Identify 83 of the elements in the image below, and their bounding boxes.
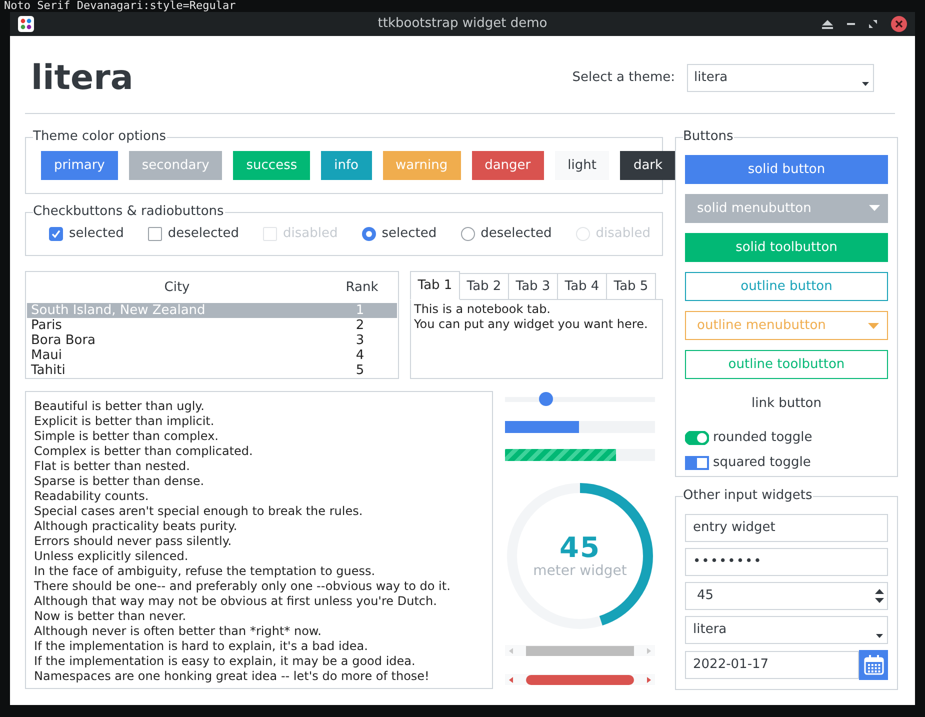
dropdown-arrow-icon xyxy=(862,82,869,86)
text-line: In the face of ambiguity, refuse the temptation to guess. xyxy=(34,564,376,579)
scrollbar[interactable] xyxy=(505,645,655,656)
notebook-text: This is a notebook tab. xyxy=(414,302,552,317)
link-button[interactable]: link button xyxy=(685,389,888,418)
date-field[interactable]: 2022-01-17 xyxy=(685,651,859,679)
option-label[interactable]: deselected xyxy=(480,224,552,244)
table-row[interactable]: Paris 2 xyxy=(27,318,397,333)
scroll-right-arrow-icon[interactable] xyxy=(647,676,651,682)
close-icon[interactable] xyxy=(891,16,907,32)
spinbox[interactable]: 45 xyxy=(685,582,888,610)
theme-label: Select a theme: xyxy=(572,69,675,88)
text-line: Although that way may not be obvious at first unless you're Dutch. xyxy=(34,594,438,609)
text-line: Unless explicitly silenced. xyxy=(34,549,190,564)
meter-value: 45 xyxy=(560,533,600,563)
solid-button[interactable]: solid button xyxy=(685,155,888,184)
checked-checkbox[interactable] xyxy=(49,227,63,241)
selected-radio-button[interactable] xyxy=(362,227,376,241)
color-button[interactable]: dark xyxy=(620,151,676,180)
text-line: If the implementation is easy to explain, it may be a good idea. xyxy=(34,654,416,669)
terminal-text: Noto Serif Devanagari:style=Regular xyxy=(4,0,236,12)
toggle-label[interactable]: squared toggle xyxy=(713,453,811,473)
caret-icon xyxy=(868,323,879,329)
text-line: Simple is better than complex. xyxy=(34,429,220,444)
color-button[interactable]: light xyxy=(554,151,610,180)
notebook-tab[interactable]: Tab 1 xyxy=(410,271,460,300)
text-line: Namespaces are one honking great idea -- let's do more of those! xyxy=(34,669,430,684)
calendar-button[interactable] xyxy=(859,650,888,680)
text-line: Although never is often better than *right* now. xyxy=(34,624,322,639)
text-line: Now is better than never. xyxy=(34,609,188,624)
text-line: Readability counts. xyxy=(34,489,150,504)
dropdown-arrow-icon xyxy=(876,634,883,638)
text-line: There should be one-- and preferably only one --obvious way to do it. xyxy=(34,579,452,594)
text-line: Special cases aren't special enough to break the rules. xyxy=(34,504,364,519)
text-line: Beautiful is better than ugly. xyxy=(34,399,206,414)
radio-button[interactable] xyxy=(460,227,475,241)
slider-track[interactable] xyxy=(505,396,655,402)
shade-icon[interactable] xyxy=(822,20,833,28)
panel-title: Other input widgets xyxy=(683,488,814,504)
scrollbar[interactable] xyxy=(505,674,655,685)
color-button[interactable]: danger xyxy=(472,151,544,180)
text-line: Complex is better than complicated. xyxy=(34,444,254,459)
text-line: Flat is better than nested. xyxy=(34,459,191,474)
color-button[interactable]: primary xyxy=(41,151,118,180)
option-label[interactable]: selected xyxy=(382,224,437,244)
toggle-switch[interactable] xyxy=(685,431,709,445)
option-label[interactable]: deselected xyxy=(168,224,240,244)
scrollbar-thumb[interactable] xyxy=(526,646,634,656)
table-row[interactable]: Maui 4 xyxy=(27,348,397,363)
text-line: Errors should never pass silently. xyxy=(34,534,233,549)
table-row[interactable]: Tahiti 5 xyxy=(27,363,397,378)
toggle-switch[interactable] xyxy=(685,456,709,470)
notebook-text: You can put any widget you want here. xyxy=(414,317,649,332)
theme-combobox[interactable]: litera xyxy=(687,64,874,92)
entry-field[interactable]: entry widget xyxy=(685,514,888,542)
text-widget[interactable] xyxy=(25,391,493,689)
text-line: Explicit is better than implicit. xyxy=(34,414,216,429)
text-line: Although practicality beats purity. xyxy=(34,519,238,534)
option-label: disabled xyxy=(283,225,338,244)
toggle-label[interactable]: rounded toggle xyxy=(713,428,812,448)
slider-thumb[interactable] xyxy=(538,392,552,406)
panel-title: Theme color options xyxy=(33,129,167,145)
notebook-tab[interactable]: Tab 5 xyxy=(606,273,656,300)
theme-heading: litera xyxy=(31,61,134,95)
column-header[interactable]: Rank xyxy=(327,278,397,298)
scrollbar-thumb[interactable] xyxy=(526,674,634,684)
password-field[interactable]: •••••••• xyxy=(685,548,888,576)
app-icon xyxy=(18,16,34,32)
text-line: Sparse is better than dense. xyxy=(34,474,206,489)
caret-icon xyxy=(869,205,880,211)
table-row[interactable]: Bora Bora 3 xyxy=(27,333,397,348)
window-title: ttkbootstrap widget demo xyxy=(378,15,548,34)
column-header[interactable]: City xyxy=(27,278,327,298)
spin-arrows-icon[interactable] xyxy=(875,589,884,603)
option-label: disabled xyxy=(596,225,650,244)
meter-label: meter widget xyxy=(533,563,627,579)
maximize-icon[interactable] xyxy=(869,20,877,28)
combobox[interactable]: litera xyxy=(685,616,888,644)
checkbox[interactable] xyxy=(148,227,162,241)
option-label[interactable]: selected xyxy=(69,224,124,244)
scroll-left-arrow-icon[interactable] xyxy=(509,676,513,682)
text-line: If the implementation is hard to explain, it's a bad idea. xyxy=(34,639,369,654)
calendar-icon xyxy=(864,655,884,675)
